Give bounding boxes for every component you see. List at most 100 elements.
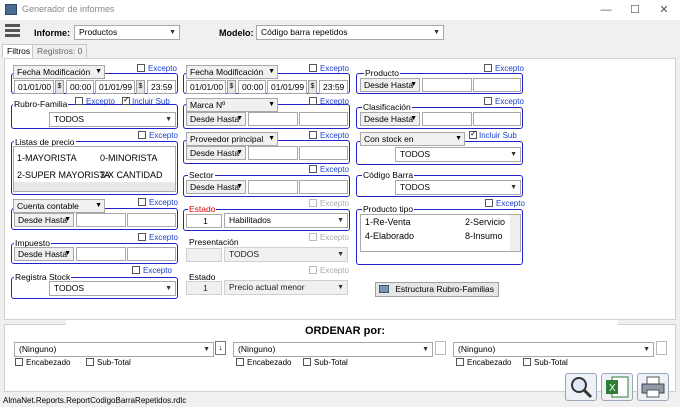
list-item[interactable]: 8-Insumo (465, 231, 503, 241)
presentacion-code[interactable] (186, 248, 222, 262)
excepto-marca[interactable]: Excepto (309, 97, 349, 107)
excepto-estado-2[interactable]: Excepto (309, 266, 349, 276)
excepto-sector[interactable]: Excepto (309, 165, 349, 175)
date-to-1[interactable]: 01/01/99 (95, 80, 135, 94)
excepto-impuesto[interactable]: Excepto (138, 233, 178, 243)
stock-value-select[interactable]: TODOS ▼ (395, 147, 521, 162)
producto-to[interactable] (473, 78, 521, 92)
sector-mode[interactable]: Desde Hasta ▼ (186, 180, 246, 194)
tab-filtros[interactable]: Filtros (2, 44, 36, 58)
list-item[interactable]: 0-MINORISTA (100, 153, 157, 163)
impuesto-from[interactable] (76, 247, 126, 261)
time-from-2[interactable]: 00:00 (238, 80, 266, 94)
time-to-2[interactable]: 23:59 (319, 80, 348, 94)
list-item[interactable]: 4-Elaborado (365, 231, 414, 241)
marca-select[interactable]: Marca Nº ▼ (186, 98, 278, 112)
proveedor-to[interactable] (299, 146, 348, 160)
list-item[interactable]: 2-Servicio (465, 217, 505, 227)
date-sep-2[interactable]: $ (136, 80, 145, 94)
order-select-2[interactable]: (Ninguno) ▼ (233, 342, 433, 357)
proveedor-mode[interactable]: Desde Hasta ▼ (186, 146, 246, 160)
fecha-mod-select-1[interactable]: Fecha Modificación ▼ (13, 65, 105, 79)
excepto-rubro[interactable]: Excepto (75, 97, 115, 107)
encabezado-3[interactable]: Encabezado (456, 358, 511, 368)
producto-tipo-scrollbar[interactable] (510, 215, 520, 251)
estado-num-2[interactable]: 1 (186, 281, 222, 295)
list-item[interactable]: 1-MAYORISTA (17, 153, 77, 163)
date-to-2[interactable]: 01/01/99 (267, 80, 307, 94)
excepto-presentacion[interactable]: Excepto (309, 233, 349, 243)
sector-to[interactable] (299, 180, 348, 194)
tab-registros[interactable]: Registros: 0 (32, 44, 88, 58)
list-item[interactable]: 1-Re-Venta (365, 217, 411, 227)
clasificacion-from[interactable] (422, 112, 472, 126)
excepto-estado-1[interactable]: Excepto (309, 199, 349, 209)
maximize-button[interactable]: ☐ (625, 2, 645, 18)
close-button[interactable]: ✕ (654, 2, 674, 18)
print-button[interactable] (637, 373, 669, 401)
cuenta-mode[interactable]: Desde Hasta ▼ (14, 213, 74, 227)
estructura-rubro-button[interactable]: Estructura Rubro-Familias (375, 282, 499, 297)
producto-from[interactable] (422, 78, 472, 92)
cuenta-to[interactable] (127, 213, 176, 227)
sort-icon[interactable]: ↓ (215, 341, 226, 355)
fecha-mod-select-2[interactable]: Fecha Modificación ▼ (186, 65, 278, 79)
modelo-select[interactable]: Código barra repetidos ▼ (256, 25, 444, 40)
minimize-button[interactable]: — (596, 2, 616, 18)
time-from-1[interactable]: 00:00 (66, 80, 94, 94)
date-from-2[interactable]: 01/01/00 (186, 80, 226, 94)
order-select-3[interactable]: (Ninguno) ▼ (453, 342, 654, 357)
stock-select[interactable]: Con stock en ▼ (360, 132, 465, 146)
list-item[interactable]: 3-X CANTIDAD (100, 170, 163, 180)
cuenta-from[interactable] (76, 213, 126, 227)
search-button[interactable] (565, 373, 597, 401)
proveedor-from[interactable] (248, 146, 298, 160)
impuesto-to[interactable] (127, 247, 176, 261)
codigo-barra-select[interactable]: TODOS ▼ (395, 180, 521, 195)
marca-to[interactable] (299, 112, 348, 126)
subtotal-1[interactable]: Sub-Total (86, 358, 131, 368)
time-to-1[interactable]: 23:59 (147, 80, 176, 94)
estado-select-2[interactable]: Precio actual menor ▼ (224, 280, 348, 295)
subtotal-3[interactable]: Sub-Total (523, 358, 568, 368)
tree-icon (379, 285, 389, 293)
registra-select[interactable]: TODOS ▼ (49, 281, 176, 296)
estado-select-1[interactable]: Habilitados ▼ (224, 213, 348, 228)
rubro-select[interactable]: TODOS ▼ (49, 112, 176, 127)
marca-from[interactable] (248, 112, 298, 126)
sector-from[interactable] (248, 180, 298, 194)
encabezado-2[interactable]: Encabezado (236, 358, 291, 368)
excepto-cuenta[interactable]: Excepto (138, 198, 178, 208)
impuesto-mode[interactable]: Desde Hasta ▼ (14, 247, 74, 261)
excepto-clasificacion[interactable]: Excepto (484, 97, 524, 107)
incluir-sub-rubro[interactable]: Incluir Sub (122, 95, 170, 107)
excepto-producto[interactable]: Excepto (484, 64, 524, 74)
date-sep-4[interactable]: $ (308, 80, 317, 94)
clasificacion-to[interactable] (473, 112, 521, 126)
excepto-registra[interactable]: Excepto (132, 266, 172, 276)
cuenta-select[interactable]: Cuenta contable ▼ (13, 199, 105, 213)
date-sep-3[interactable]: $ (227, 80, 236, 94)
date-from-1[interactable]: 01/01/00 (14, 80, 54, 94)
order-select-1[interactable]: (Ninguno) ▼ (14, 342, 214, 357)
listas-scrollbar[interactable] (14, 182, 175, 191)
presentacion-select[interactable]: TODOS ▼ (224, 247, 348, 262)
excepto-listas[interactable]: Excepto (138, 131, 178, 141)
menu-icon[interactable] (5, 24, 20, 38)
excepto-proveedor[interactable]: Excepto (309, 131, 349, 141)
incluir-sub-stock[interactable]: Incluir Sub (469, 129, 517, 141)
sort-icon[interactable] (435, 341, 446, 355)
informe-select[interactable]: Productos ▼ (74, 25, 180, 40)
encabezado-1[interactable]: Encabezado (15, 358, 70, 368)
proveedor-select[interactable]: Proveedor principal ▼ (186, 132, 278, 146)
excepto-producto-tipo[interactable]: Excepto (485, 199, 525, 209)
subtotal-2[interactable]: Sub-Total (303, 358, 348, 368)
date-sep-1[interactable]: $ (55, 80, 64, 94)
estado-num-1[interactable]: 1 (186, 214, 222, 228)
clasificacion-mode[interactable]: Desde Hasta ▼ (360, 112, 420, 126)
excel-button[interactable]: X (601, 373, 633, 401)
list-item[interactable]: 2-SUPER MAYORISTA (17, 170, 110, 180)
marca-mode[interactable]: Desde Hasta ▼ (186, 112, 246, 126)
sort-icon[interactable] (656, 341, 667, 355)
producto-mode[interactable]: Desde Hasta ▼ (360, 78, 420, 92)
